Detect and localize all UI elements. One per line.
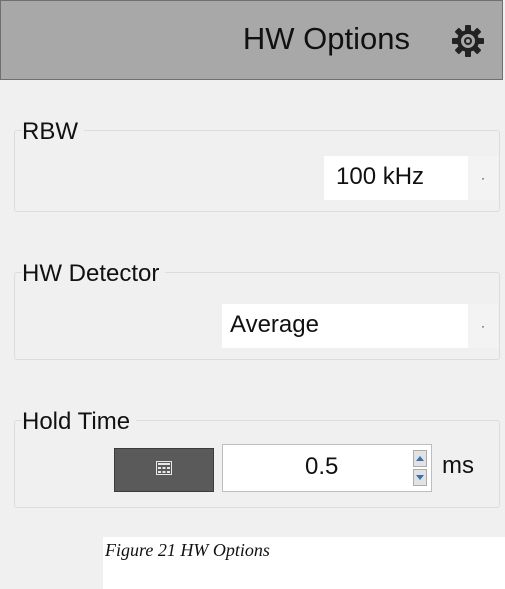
spin-up-button[interactable] [413, 450, 427, 467]
panel-title: HW Options [242, 21, 410, 56]
hw-detector-select[interactable]: Average · [222, 304, 498, 348]
hold-time-value: 0.5 [305, 453, 339, 480]
rbw-value: 100 kHz [336, 163, 425, 190]
figure-caption: Figure 21 HW Options [105, 540, 270, 560]
rbw-label: RBW [22, 120, 84, 144]
dropdown-arrow-icon[interactable]: · [468, 304, 498, 348]
rbw-select[interactable]: 100 kHz · [324, 156, 498, 200]
hold-time-unit: ms [442, 452, 474, 479]
hw-detector-value: Average [230, 311, 319, 338]
dropdown-arrow-icon[interactable]: · [468, 156, 498, 200]
spin-down-button[interactable] [413, 469, 427, 486]
hw-detector-label: HW Detector [22, 262, 166, 286]
hold-time-label: Hold Time [22, 410, 137, 434]
panel-header: HW Options [0, 0, 503, 80]
gear-icon[interactable] [448, 21, 488, 61]
calculator-button[interactable] [114, 448, 214, 492]
hw-options-panel: HW Options RBW 100 kHz · HW Detector Ave… [0, 0, 505, 589]
hold-time-input[interactable]: 0.5 [222, 444, 432, 492]
hold-time-spinner[interactable] [413, 450, 427, 486]
calculator-icon [156, 460, 172, 480]
